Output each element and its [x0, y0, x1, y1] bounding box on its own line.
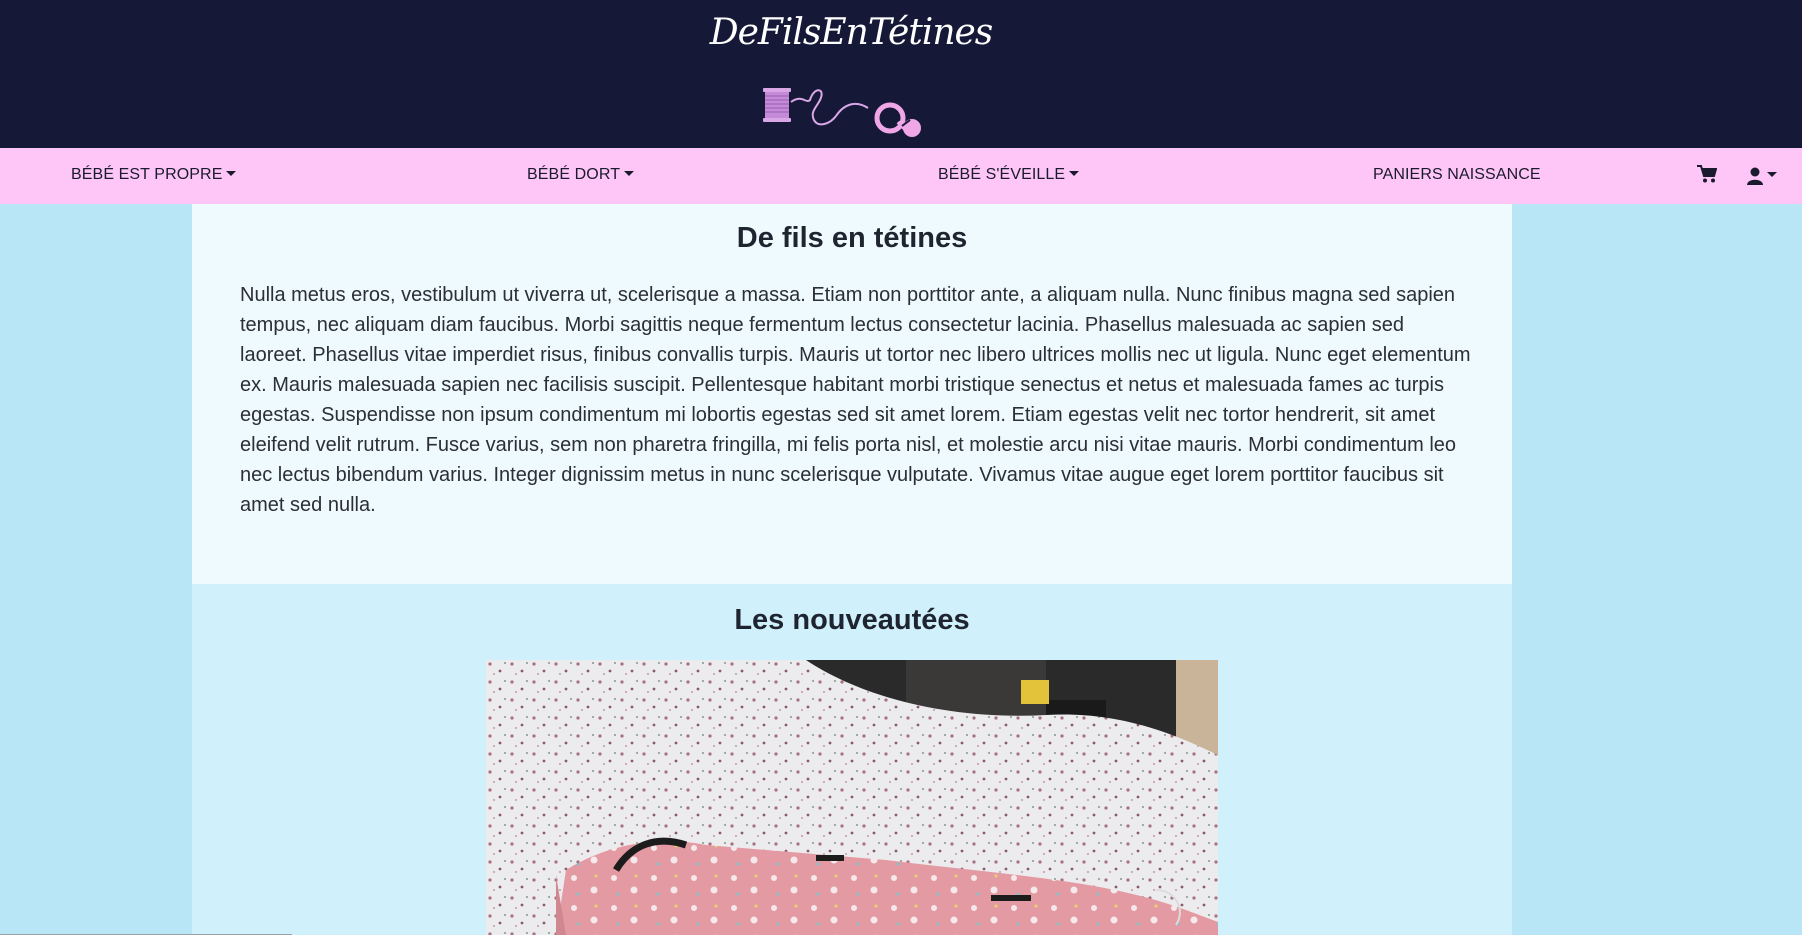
nav-item-bebe-seveille[interactable]: BÉBÉ S'ÉVEILLE: [938, 166, 1080, 184]
main-content: De fils en tétines Nulla metus eros, ves…: [192, 204, 1512, 935]
site-header: DeFilsEnTétines: [0, 0, 1802, 148]
product-photo[interactable]: [486, 660, 1218, 935]
main-nav: BÉBÉ EST PROPRE BÉBÉ DORT BÉBÉ S'ÉVEILLE…: [0, 148, 1802, 204]
intro-text: Nulla metus eros, vestibulum ut viverra …: [240, 284, 1471, 516]
brand-title[interactable]: DeFilsEnTétines: [0, 12, 1702, 53]
caret-down-icon: [1767, 172, 1777, 177]
nav-item-label: PANIERS NAISSANCE: [1373, 166, 1541, 183]
intro-section: De fils en tétines Nulla metus eros, ves…: [192, 204, 1512, 584]
nav-item-bebe-est-propre[interactable]: BÉBÉ EST PROPRE: [71, 166, 237, 184]
nav-item-label: BÉBÉ S'ÉVEILLE: [938, 166, 1066, 183]
nav-item-label: BÉBÉ EST PROPRE: [71, 166, 223, 183]
caret-down-icon: [1069, 171, 1080, 176]
news-section: Les nouveautées: [192, 584, 1512, 935]
cart-icon[interactable]: [1697, 165, 1717, 183]
caret-down-icon: [624, 171, 635, 176]
nav-item-bebe-dort[interactable]: BÉBÉ DORT: [527, 166, 635, 184]
thread-heart-pacifier-logo-icon[interactable]: [760, 82, 940, 144]
user-icon: [1747, 167, 1763, 185]
nav-item-label: BÉBÉ DORT: [527, 166, 621, 183]
intro-title: De fils en tétines: [736, 222, 968, 254]
caret-down-icon: [226, 171, 237, 176]
nav-item-paniers-naissance[interactable]: PANIERS NAISSANCE: [1373, 166, 1541, 184]
user-menu[interactable]: [1747, 165, 1777, 185]
news-title: Les nouveautées: [734, 604, 970, 636]
